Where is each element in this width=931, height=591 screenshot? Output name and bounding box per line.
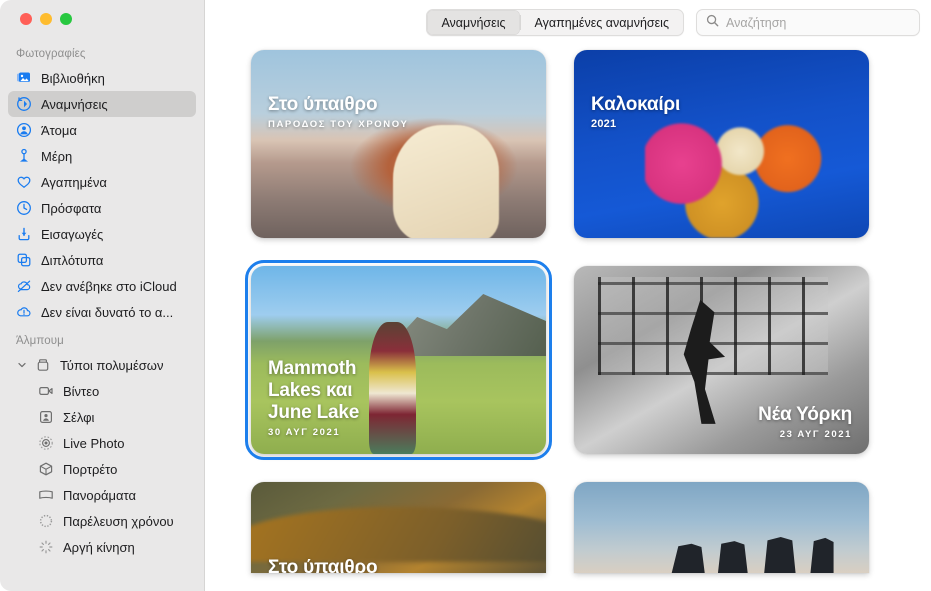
sidebar-item-label: Αργή κίνηση [63, 540, 135, 555]
sidebar-item-favorites[interactable]: Αγαπημένα [8, 169, 196, 195]
sidebar-item-label: Αγαπημένα [41, 175, 107, 190]
sidebar-list-albums: Τύποι πολυμέσων Βίντεο Σέλφι Live Photo [0, 352, 204, 560]
panorama-icon [38, 487, 54, 503]
photos-window: Φωτογραφίες Βιβλιοθήκη Αναμνήσεις Άτομα [0, 0, 931, 591]
portrait-cube-icon [38, 461, 54, 477]
sidebar-item-label: Διπλότυπα [41, 253, 103, 268]
sidebar-item-label: Παρέλευση χρόνου [63, 514, 174, 529]
sidebar-item-label: Πρόσφατα [41, 201, 101, 216]
close-button[interactable] [20, 13, 32, 25]
memory-card-selected[interactable]: Mammoth Lakes και June Lake 30 ΑΥΓ 2021 [251, 266, 546, 454]
memory-cover-image [251, 50, 546, 238]
duplicates-icon [16, 252, 32, 268]
sidebar-section-header-albums: Άλμπουμ [0, 325, 204, 352]
zoom-button[interactable] [60, 13, 72, 25]
minimize-button[interactable] [40, 13, 52, 25]
memory-card[interactable]: Καλοκαίρι 2021 [574, 50, 869, 238]
sidebar-item-memories[interactable]: Αναμνήσεις [8, 91, 196, 117]
traffic-lights [0, 0, 204, 38]
sidebar-item-imports[interactable]: Εισαγωγές [8, 221, 196, 247]
sidebar-item-live-photo[interactable]: Live Photo [8, 430, 196, 456]
memory-card[interactable]: Στο ύπαιθρο [251, 482, 546, 573]
map-pin-icon [16, 148, 32, 164]
memory-subtitle: 23 ΑΥΓ 2021 [758, 429, 852, 440]
video-icon [38, 383, 54, 399]
sidebar-item-slo-mo[interactable]: Αργή κίνηση [8, 534, 196, 560]
photo-library-icon [16, 70, 32, 86]
toolbar: Αναμνήσεις Αγαπημένες αναμνήσεις Αναζήτη… [205, 0, 931, 45]
sidebar-section-header-photos: Φωτογραφίες [0, 38, 204, 65]
memory-caption: Mammoth Lakes και June Lake 30 ΑΥΓ 2021 [268, 358, 388, 438]
sidebar-item-duplicates[interactable]: Διπλότυπα [8, 247, 196, 273]
sidebar: Φωτογραφίες Βιβλιοθήκη Αναμνήσεις Άτομα [0, 0, 205, 591]
sidebar-item-places[interactable]: Μέρη [8, 143, 196, 169]
memory-title: Mammoth Lakes και June Lake [268, 358, 388, 424]
sidebar-list-photos: Βιβλιοθήκη Αναμνήσεις Άτομα Μέρη [0, 65, 204, 325]
sidebar-item-label: Βιβλιοθήκη [41, 71, 105, 86]
sidebar-item-label: Εισαγωγές [41, 227, 103, 242]
cloud-slash-icon [16, 278, 32, 294]
time-lapse-icon [38, 513, 54, 529]
memory-title: Στο ύπαιθρο [268, 557, 377, 573]
memory-card[interactable] [574, 482, 869, 573]
tab-memories[interactable]: Αναμνήσεις [427, 10, 519, 35]
slo-mo-icon [38, 539, 54, 555]
sidebar-item-label: Αναμνήσεις [41, 97, 108, 112]
memory-card[interactable]: Νέα Υόρκη 23 ΑΥΓ 2021 [574, 266, 869, 454]
search-icon [706, 14, 719, 32]
memory-title: Στο ύπαιθρο [268, 94, 408, 116]
memory-caption: Νέα Υόρκη 23 ΑΥΓ 2021 [758, 404, 852, 440]
sidebar-item-media-types[interactable]: Τύποι πολυμέσων [8, 352, 196, 378]
sidebar-item-label: Βίντεο [63, 384, 99, 399]
selfie-icon [38, 409, 54, 425]
main-content: Αναμνήσεις Αγαπημένες αναμνήσεις Αναζήτη… [205, 0, 931, 591]
import-arrow-icon [16, 226, 32, 242]
memories-grid-scroll[interactable]: Στο ύπαιθρο ΠΑΡΟΔΟΣ ΤΟΥ ΧΡΌΝΟΥ Καλοκαίρι… [205, 45, 931, 591]
cloud-warning-icon [16, 304, 32, 320]
memory-title: Καλοκαίρι [591, 94, 680, 116]
sidebar-item-people[interactable]: Άτομα [8, 117, 196, 143]
sidebar-item-videos[interactable]: Βίντεο [8, 378, 196, 404]
memory-caption: Στο ύπαιθρο ΠΑΡΟΔΟΣ ΤΟΥ ΧΡΌΝΟΥ [268, 94, 408, 130]
tab-favorite-memories[interactable]: Αγαπημένες αναμνήσεις [521, 10, 683, 35]
sidebar-item-label: Τύποι πολυμέσων [60, 358, 163, 373]
chevron-down-icon[interactable] [16, 360, 27, 370]
memory-cover-image [574, 50, 869, 238]
search-field[interactable]: Αναζήτηση [696, 9, 920, 36]
memory-subtitle: 30 ΑΥΓ 2021 [268, 427, 388, 438]
sidebar-item-not-uploaded-icloud[interactable]: Δεν ανέβηκε στο iCloud [8, 273, 196, 299]
memories-tab-group: Αναμνήσεις Αγαπημένες αναμνήσεις [426, 9, 684, 36]
people-circle-icon [16, 122, 32, 138]
sidebar-item-label: Πανοράματα [63, 488, 136, 503]
sidebar-item-label: Πορτρέτο [63, 462, 117, 477]
heart-icon [16, 174, 32, 190]
memory-subtitle: 2021 [591, 118, 680, 130]
sidebar-item-portrait[interactable]: Πορτρέτο [8, 456, 196, 482]
sidebar-item-label: Live Photo [63, 436, 124, 451]
sidebar-item-library[interactable]: Βιβλιοθήκη [8, 65, 196, 91]
clock-icon [16, 200, 32, 216]
search-input[interactable]: Αναζήτηση [726, 16, 786, 30]
memory-subtitle: ΠΑΡΟΔΟΣ ΤΟΥ ΧΡΌΝΟΥ [268, 119, 408, 130]
memory-caption: Στο ύπαιθρο [268, 557, 377, 573]
sidebar-item-label: Άτομα [41, 123, 77, 138]
memory-cover-image [574, 482, 869, 573]
live-photo-icon [38, 435, 54, 451]
sidebar-item-label: Δεν ανέβηκε στο iCloud [41, 279, 177, 294]
sidebar-item-label: Σέλφι [63, 410, 94, 425]
media-types-box-icon [35, 357, 51, 373]
sidebar-item-label: Μέρη [41, 149, 72, 164]
sidebar-item-selfies[interactable]: Σέλφι [8, 404, 196, 430]
sidebar-item-label: Δεν είναι δυνατό το α... [41, 305, 173, 320]
sidebar-item-panoramas[interactable]: Πανοράματα [8, 482, 196, 508]
memories-clock-icon [16, 96, 32, 112]
sidebar-item-recents[interactable]: Πρόσφατα [8, 195, 196, 221]
memories-grid: Στο ύπαιθρο ΠΑΡΟΔΟΣ ΤΟΥ ΧΡΌΝΟΥ Καλοκαίρι… [205, 45, 931, 573]
sidebar-item-cannot-upload[interactable]: Δεν είναι δυνατό το α... [8, 299, 196, 325]
memory-title: Νέα Υόρκη [758, 404, 852, 426]
memory-caption: Καλοκαίρι 2021 [591, 94, 680, 130]
memory-card[interactable]: Στο ύπαιθρο ΠΑΡΟΔΟΣ ΤΟΥ ΧΡΌΝΟΥ [251, 50, 546, 238]
sidebar-item-time-lapse[interactable]: Παρέλευση χρόνου [8, 508, 196, 534]
